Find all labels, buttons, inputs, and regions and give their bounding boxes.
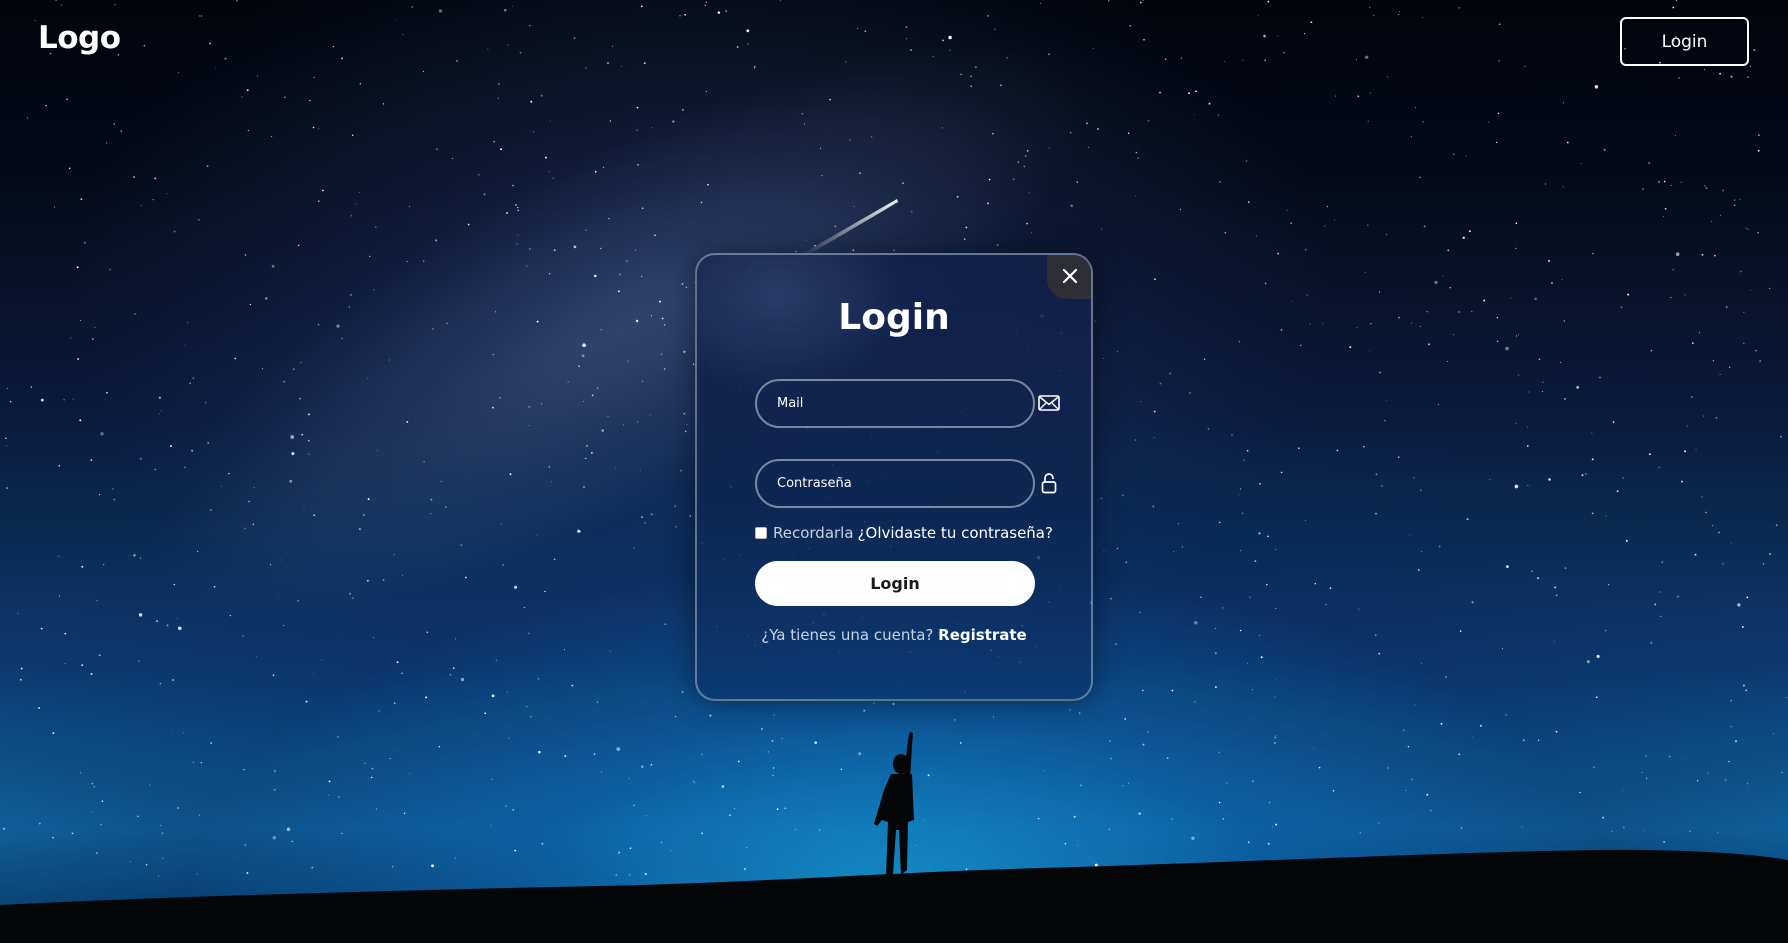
remember-label: Recordarla	[773, 524, 854, 542]
close-button[interactable]	[1047, 255, 1091, 299]
forgot-password-link[interactable]: ¿Olvidaste tu contraseña?	[858, 524, 1053, 542]
modal-title: Login	[838, 297, 950, 338]
login-submit-button[interactable]: Login	[755, 561, 1035, 606]
lock-icon	[1037, 471, 1061, 495]
envelope-icon	[1037, 391, 1061, 415]
register-row: ¿Ya tienes una cuenta? Registrate	[697, 626, 1091, 644]
close-icon	[1062, 268, 1078, 284]
logo[interactable]: Logo	[38, 20, 121, 56]
password-field[interactable]: Contraseña	[755, 459, 1035, 508]
remember-checkbox[interactable]	[755, 527, 767, 539]
email-field[interactable]: Mail	[755, 379, 1035, 428]
header-login-button[interactable]: Login	[1620, 17, 1749, 66]
hill	[0, 849, 1788, 943]
remember-row: Recordarla ¿Olvidaste tu contraseña?	[755, 524, 1055, 542]
person-silhouette	[874, 732, 914, 875]
register-link[interactable]: Registrate	[938, 626, 1027, 644]
password-placeholder: Contraseña	[777, 476, 852, 491]
login-page: Logo Login Login Mail Contraseña Recorda…	[0, 0, 1788, 943]
login-modal: Login Mail Contraseña Recordarla ¿Olvida…	[695, 253, 1093, 701]
register-question: ¿Ya tienes una cuenta?	[761, 626, 934, 644]
email-placeholder: Mail	[777, 396, 804, 411]
